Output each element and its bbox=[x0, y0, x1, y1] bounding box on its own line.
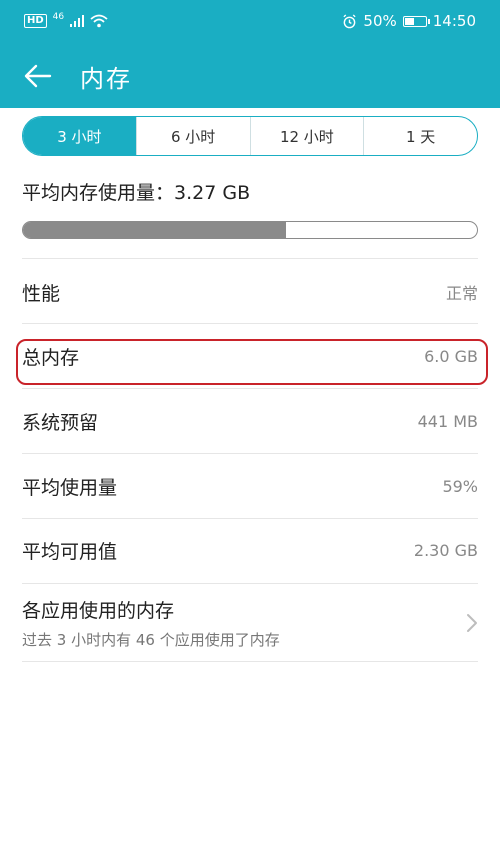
row-label: 系统预留 bbox=[22, 411, 99, 434]
tab-3-hours[interactable]: 3 小时 bbox=[23, 117, 136, 155]
row-label: 总内存 bbox=[22, 346, 80, 369]
row-value: 59% bbox=[442, 476, 478, 496]
alarm-icon bbox=[343, 13, 357, 28]
row-value: 正常 bbox=[445, 284, 478, 303]
row-value: 441 MB bbox=[417, 411, 478, 431]
network-type: 46 bbox=[52, 12, 65, 22]
signal-icon bbox=[70, 15, 85, 27]
divider bbox=[22, 258, 478, 259]
tab-6-hours[interactable]: 6 小时 bbox=[135, 117, 250, 155]
battery-icon bbox=[402, 15, 430, 27]
wifi-icon bbox=[90, 14, 108, 28]
battery-percent: 50% bbox=[363, 12, 397, 30]
row-value: 6.0 GB bbox=[424, 346, 478, 366]
tab-1-day[interactable]: 1 天 bbox=[363, 117, 477, 155]
chevron-right-icon bbox=[467, 614, 477, 632]
back-arrow-icon bbox=[24, 64, 52, 88]
app-memory-title: 各应用使用的内存 bbox=[22, 600, 175, 622]
page-title: 内存 bbox=[80, 64, 132, 93]
row-value: 2.30 GB bbox=[413, 540, 478, 560]
back-button[interactable] bbox=[0, 64, 76, 88]
app-memory-subtitle: 过去 3 小时内有 46 个应用使用了内存 bbox=[22, 631, 280, 649]
average-memory-usage: 平均内存使用量：3.27 GB bbox=[22, 182, 251, 204]
row-system-reserved: 系统预留 441 MB bbox=[22, 399, 478, 443]
row-performance: 性能 正常 bbox=[22, 270, 478, 314]
divider bbox=[22, 661, 478, 662]
memory-usage-fill bbox=[23, 222, 287, 238]
app-memory-usage-item[interactable]: 各应用使用的内存 过去 3 小时内有 46 个应用使用了内存 bbox=[22, 592, 478, 654]
divider bbox=[22, 518, 478, 519]
divider bbox=[22, 583, 478, 584]
time-range-tabs: 3 小时 6 小时 12 小时 1 天 bbox=[22, 116, 478, 156]
row-average-available: 平均可用值 2.30 GB bbox=[22, 528, 478, 572]
divider bbox=[22, 453, 478, 454]
memory-usage-bar bbox=[22, 221, 478, 239]
divider bbox=[22, 388, 478, 389]
row-label: 平均使用量 bbox=[22, 476, 118, 499]
row-label: 性能 bbox=[22, 282, 61, 305]
divider bbox=[22, 323, 478, 324]
tab-12-hours[interactable]: 12 小时 bbox=[249, 117, 364, 155]
top-bar: HD 46 50% 14:50 内存 bbox=[0, 0, 500, 108]
status-bar: HD 46 50% 14:50 bbox=[0, 0, 500, 42]
row-total-memory: 总内存 6.0 GB bbox=[22, 336, 478, 376]
hd-indicator: HD bbox=[24, 14, 47, 28]
row-label: 平均可用值 bbox=[22, 540, 118, 563]
clock: 14:50 bbox=[432, 12, 476, 30]
row-average-usage: 平均使用量 59% bbox=[22, 464, 478, 508]
